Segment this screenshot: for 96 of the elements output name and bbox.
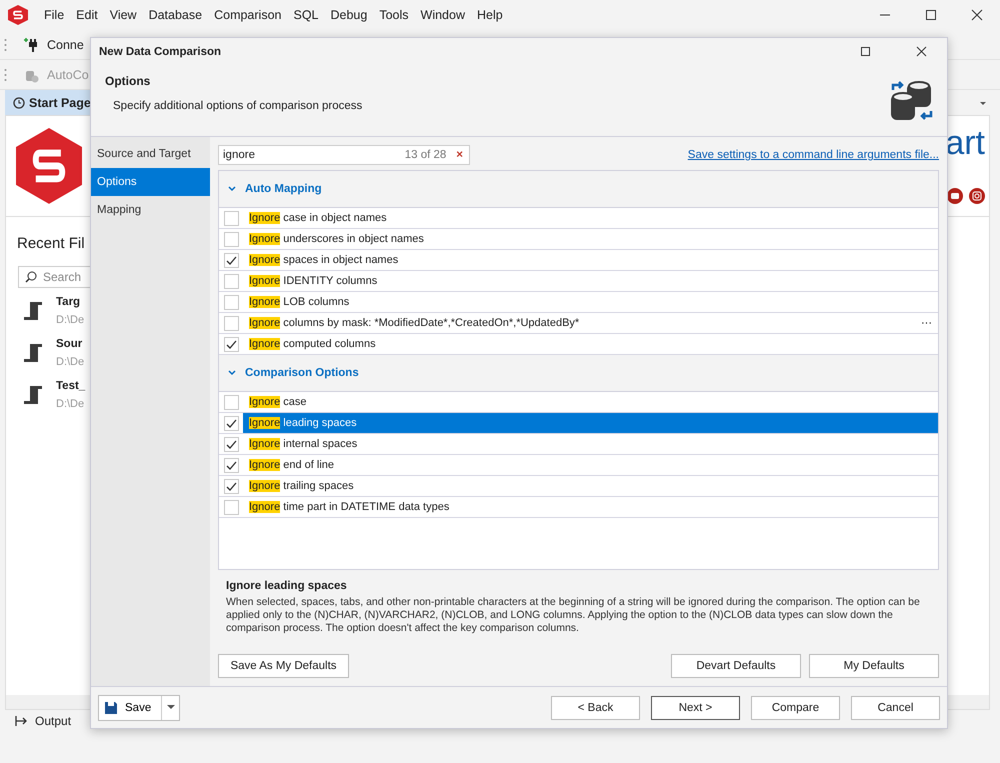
checkbox[interactable] bbox=[224, 294, 238, 310]
option-row[interactable]: Ignore underscores in object names bbox=[243, 229, 938, 249]
checkbox[interactable] bbox=[224, 252, 238, 268]
option-row[interactable]: Ignore computed columns bbox=[243, 334, 938, 354]
checkbox[interactable] bbox=[224, 274, 238, 288]
page-subtitle: Specify additional options of comparison process bbox=[112, 100, 364, 112]
output-tab[interactable]: Output bbox=[15, 714, 72, 728]
menu-item[interactable]: SQL bbox=[287, 8, 324, 22]
option-row[interactable]: Ignore internal spaces bbox=[243, 434, 938, 454]
description-text: When selected, spaces, tabs, and other non-printable characters at the beginning of a string will be ignored during the comparison. The option can be applied only to the (N)CHAR, (N)VARCHAR2, (N)CLOB, and LONG columns. Applying the option to the (N)CLOB data types can slow down the comparison process. The option doesn't affect the key comparison columns. bbox=[226, 596, 921, 635]
nav-item[interactable]: Options bbox=[91, 168, 210, 196]
option-row[interactable]: Ignore case bbox=[243, 392, 938, 412]
caret-icon[interactable] bbox=[978, 99, 988, 107]
clock-icon bbox=[13, 97, 25, 109]
option-label: Ignore LOB columns bbox=[249, 296, 350, 308]
checkbox[interactable] bbox=[224, 316, 238, 330]
toolbar-button[interactable]: Conne bbox=[47, 38, 84, 52]
option-label: Ignore spaces in object names bbox=[249, 254, 398, 266]
search-icon bbox=[25, 271, 37, 283]
menu-item[interactable]: Database bbox=[142, 8, 208, 22]
menu-item[interactable]: File bbox=[38, 8, 70, 22]
file-path: D:\De bbox=[56, 398, 86, 410]
option-label: Ignore IDENTITY columns bbox=[249, 275, 378, 287]
defaults-button[interactable]: Devart Defaults bbox=[671, 654, 801, 678]
file-name[interactable]: Sour bbox=[56, 338, 84, 350]
page-heading: Options bbox=[105, 74, 152, 88]
wizard-button[interactable]: Compare bbox=[751, 696, 840, 720]
checkbox[interactable] bbox=[224, 232, 238, 246]
output-icon bbox=[15, 715, 29, 727]
dialog-title: New Data Comparison bbox=[99, 46, 222, 58]
option-row[interactable]: Ignore end of line bbox=[243, 455, 938, 475]
option-label: Ignore columns by mask: *ModifiedDate*,*CreatedOn*,*UpdatedBy* bbox=[249, 317, 580, 329]
file-path: D:\De bbox=[56, 356, 84, 368]
logo-icon bbox=[16, 128, 82, 204]
option-row[interactable]: Ignore time part in DATETIME data types bbox=[243, 497, 938, 517]
menu-item[interactable]: Comparison bbox=[208, 8, 288, 22]
chevron-icon bbox=[227, 185, 237, 193]
defaults-button[interactable]: My Defaults bbox=[809, 654, 939, 678]
save-icon bbox=[104, 700, 118, 714]
clear-button[interactable]: × bbox=[456, 149, 463, 161]
option-row[interactable]: Ignore LOB columns bbox=[243, 292, 938, 312]
group-header[interactable]: Comparison Options bbox=[219, 355, 938, 392]
menu-item[interactable]: Tools bbox=[373, 8, 415, 22]
app-logo-icon bbox=[8, 5, 28, 25]
plug-icon[interactable] bbox=[23, 36, 39, 52]
grip-icon bbox=[4, 68, 7, 82]
camera-icon[interactable] bbox=[969, 188, 985, 204]
menu-item[interactable]: Help bbox=[471, 8, 509, 22]
menu-item[interactable]: Debug bbox=[324, 8, 374, 22]
match-count: 13 of 28 bbox=[404, 149, 446, 161]
option-row[interactable]: Ignore leading spaces bbox=[243, 413, 938, 433]
nav-item[interactable]: Source and Target bbox=[91, 140, 210, 168]
search-field[interactable]: ignore 13 of 28 × bbox=[218, 145, 470, 165]
save-defaults-button[interactable]: Save As My Defaults bbox=[218, 654, 349, 678]
brand-text: art bbox=[945, 124, 985, 163]
checkbox[interactable] bbox=[224, 500, 238, 514]
option-row[interactable]: Ignore case in object names bbox=[243, 208, 938, 228]
more-button[interactable]: ··· bbox=[915, 317, 938, 329]
option-label: Ignore case bbox=[249, 396, 306, 408]
menu-item[interactable]: Edit bbox=[70, 8, 104, 22]
option-row[interactable]: Ignore spaces in object names bbox=[243, 250, 938, 270]
checkbox[interactable] bbox=[224, 478, 238, 494]
grip-icon bbox=[4, 38, 7, 52]
option-label: Ignore case in object names bbox=[249, 212, 387, 224]
menu-item[interactable]: Window bbox=[414, 8, 471, 22]
wizard-button[interactable]: Cancel bbox=[851, 696, 940, 720]
option-label: Ignore end of line bbox=[249, 459, 334, 471]
checkbox[interactable] bbox=[224, 210, 238, 226]
checkbox[interactable] bbox=[224, 394, 238, 410]
option-label: Ignore internal spaces bbox=[249, 438, 358, 450]
option-label: Ignore underscores in object names bbox=[249, 233, 424, 245]
option-label: Ignore computed columns bbox=[249, 338, 376, 350]
file-name[interactable]: Targ bbox=[56, 296, 84, 308]
checkbox[interactable] bbox=[224, 336, 238, 352]
video-icon[interactable] bbox=[947, 188, 963, 204]
menu-item[interactable]: View bbox=[104, 8, 143, 22]
group-header[interactable]: Auto Mapping bbox=[219, 171, 938, 208]
checkbox[interactable] bbox=[224, 416, 238, 430]
file-path: D:\De bbox=[56, 314, 84, 326]
save-button[interactable]: Save bbox=[98, 694, 180, 720]
option-row[interactable]: Ignore IDENTITY columns bbox=[243, 271, 938, 291]
option-label: Ignore time part in DATETIME data types bbox=[249, 501, 450, 513]
wizard-button[interactable]: Next > bbox=[651, 696, 740, 720]
file-name[interactable]: Test_ bbox=[56, 380, 86, 392]
checkbox[interactable] bbox=[224, 458, 238, 472]
option-label: Ignore leading spaces bbox=[249, 417, 357, 429]
description-title: Ignore leading spaces bbox=[226, 580, 348, 592]
recent-files-title: Recent Fil bbox=[17, 235, 85, 252]
save-settings-link[interactable]: Save settings to a command line arguments file... bbox=[688, 149, 939, 161]
option-row[interactable]: Ignore columns by mask: *ModifiedDate*,*CreatedOn*,*UpdatedBy* ··· bbox=[243, 313, 938, 333]
nav-item[interactable]: Mapping bbox=[91, 196, 210, 224]
checkbox[interactable] bbox=[224, 436, 238, 452]
chevron-icon bbox=[227, 369, 237, 377]
option-label: Ignore trailing spaces bbox=[249, 480, 354, 492]
option-row[interactable]: Ignore trailing spaces bbox=[243, 476, 938, 496]
wizard-button[interactable]: < Back bbox=[551, 696, 640, 720]
